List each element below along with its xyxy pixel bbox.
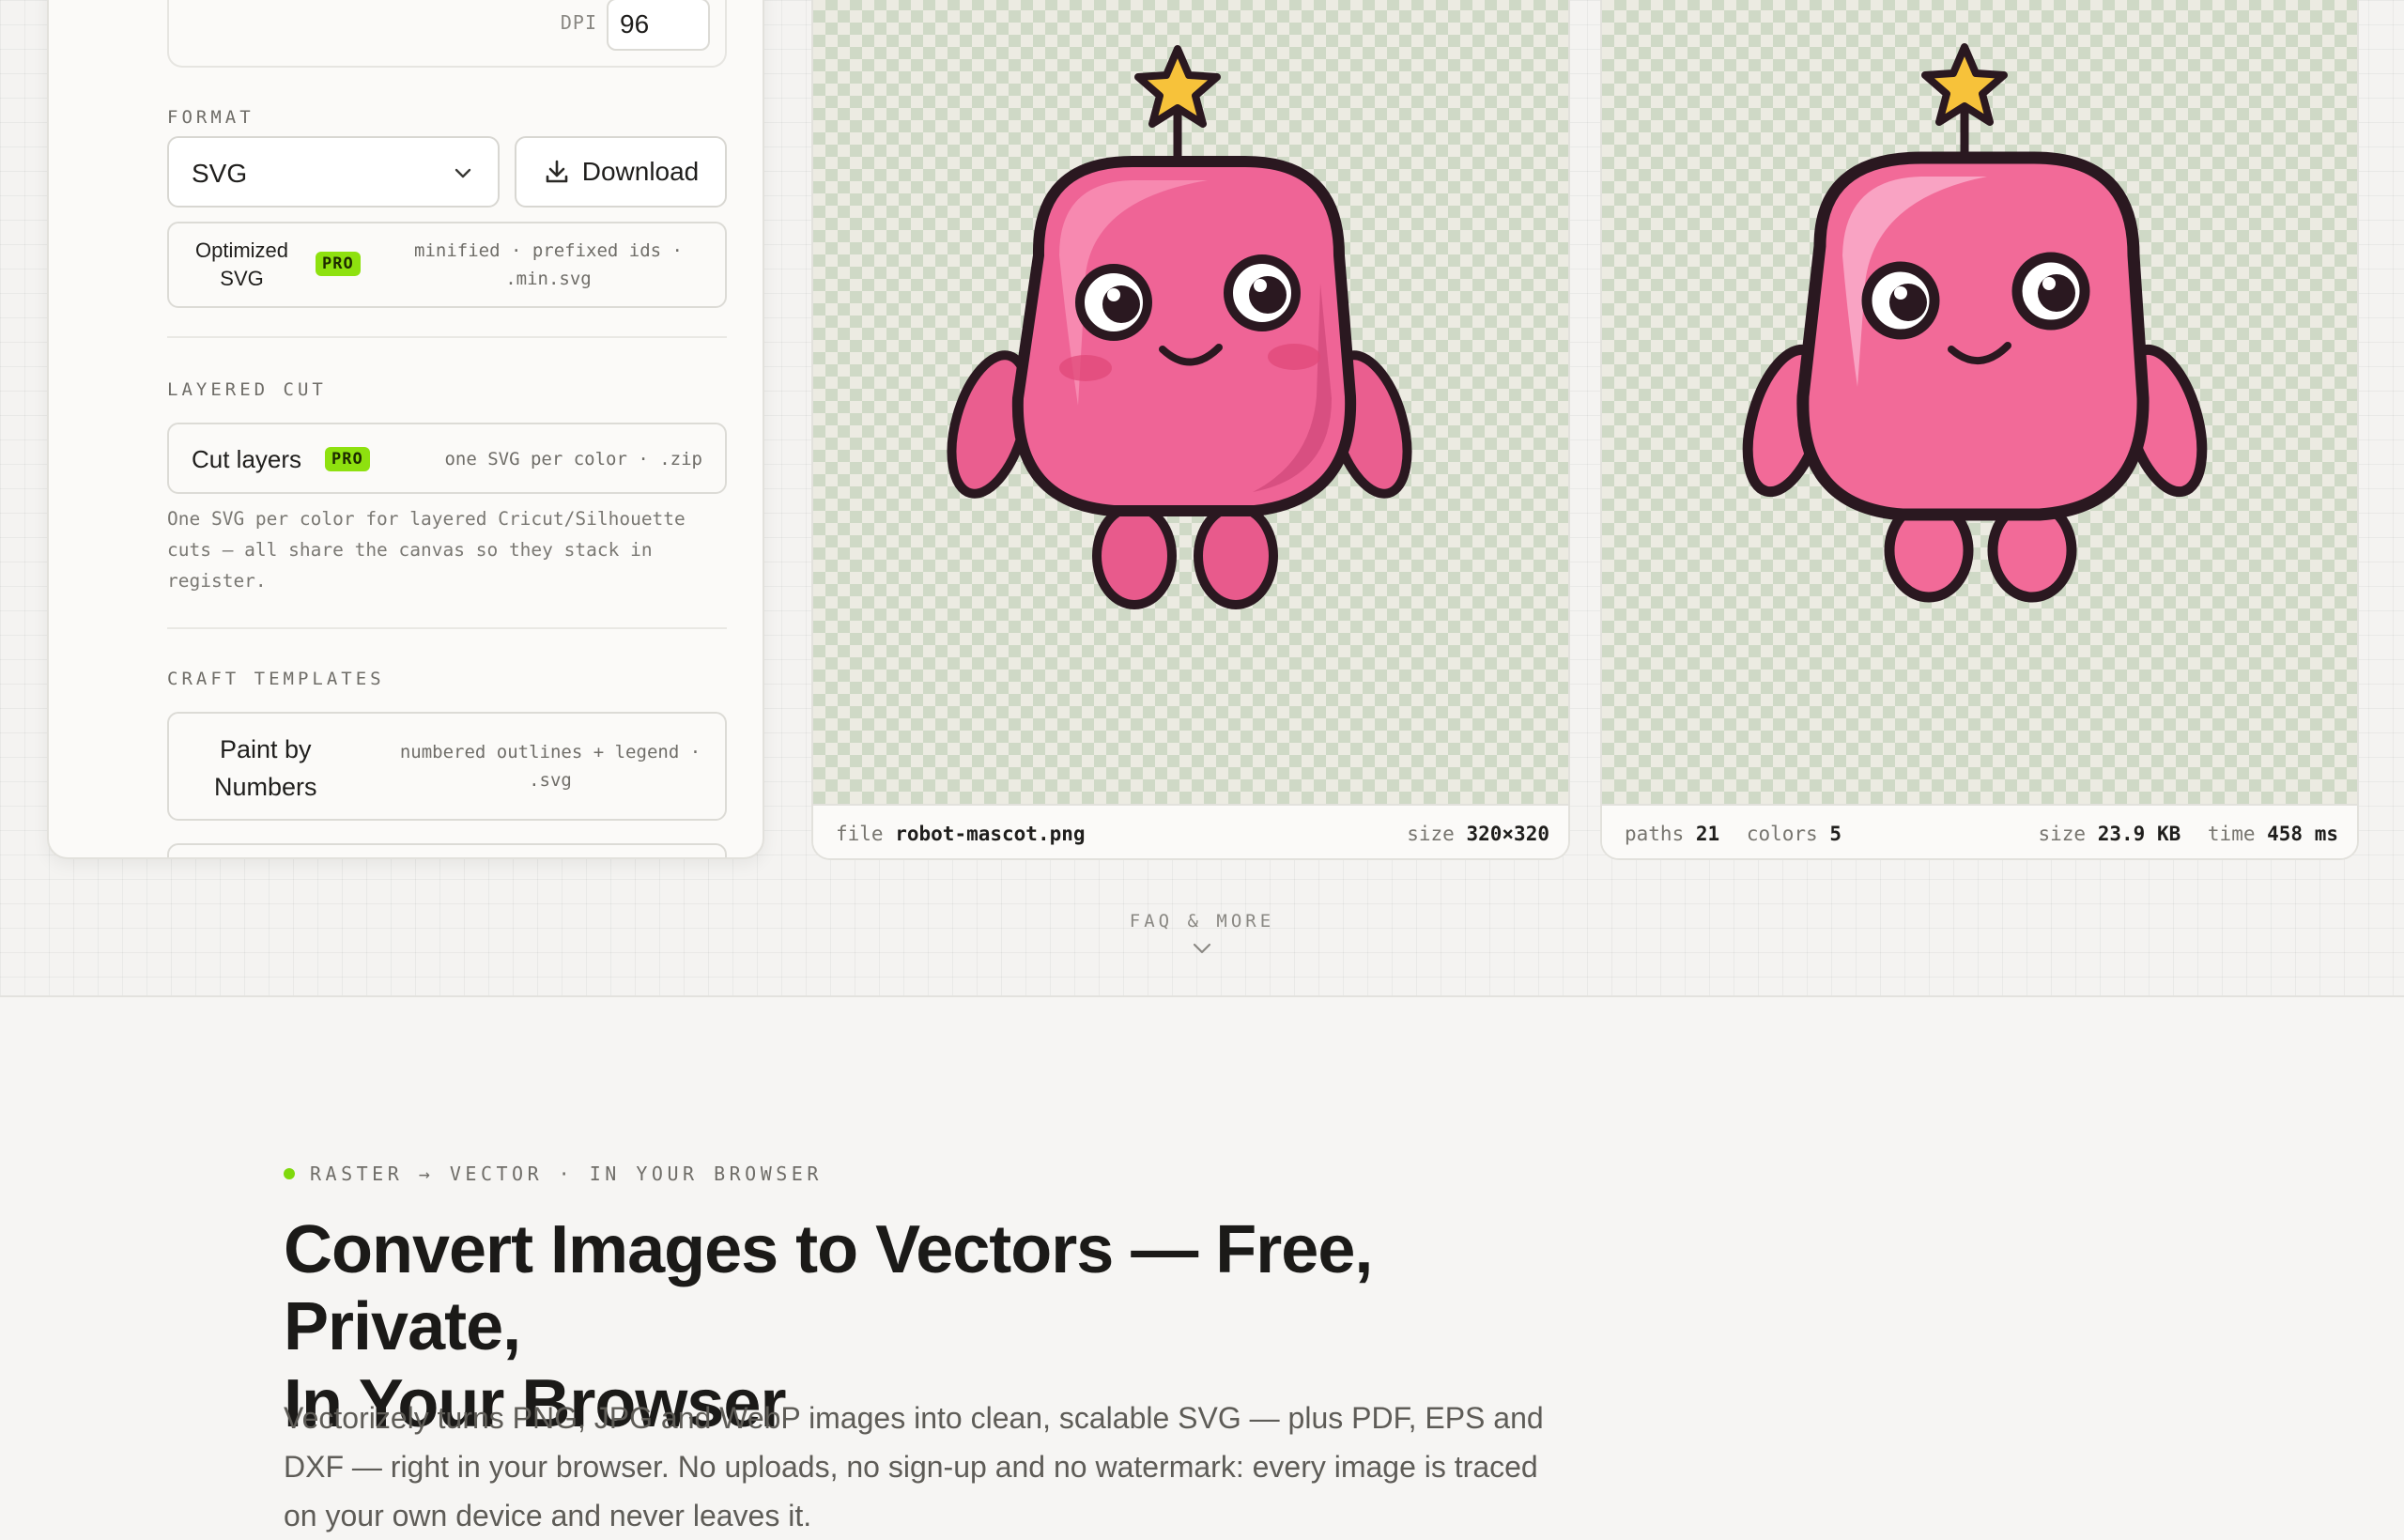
time-key: time <box>2207 823 2256 845</box>
dpi-input[interactable]: 96 <box>607 0 710 51</box>
faq-label: FAQ & MORE <box>1129 911 1275 932</box>
paths-stat: paths 21 <box>1625 823 1732 845</box>
optimized-meta-line2: .min.svg <box>505 269 592 289</box>
paint-by-numbers-title: Paint by Numbers <box>214 731 317 806</box>
paint-by-numbers-option[interactable]: Paint by Numbers numbered outlines + leg… <box>167 712 727 821</box>
colors-key: colors <box>1746 823 1818 845</box>
dpi-row: DPI 96 <box>167 0 727 68</box>
vector-preview-footer: paths 21 colors 5 size 23.9 KB time 458 … <box>1602 804 2357 858</box>
time-value: 458 ms <box>2267 823 2338 845</box>
craft-templates-label: CRAFT TEMPLATES <box>167 669 385 689</box>
file-key: file <box>836 823 884 845</box>
optimized-svg-title: Optimized SVG <box>195 237 288 293</box>
robot-mascot-image <box>947 45 1412 609</box>
pbn-meta-line1: numbered outlines + legend · <box>399 742 701 762</box>
vector-preview: paths 21 colors 5 size 23.9 KB time 458 … <box>1600 0 2359 860</box>
output-stats: size 23.9 KB time 458 ms <box>2039 823 2339 845</box>
format-select[interactable]: SVG <box>167 136 500 208</box>
hero-tag-text: RASTER → VECTOR · IN YOUR BROWSER <box>310 1163 823 1185</box>
size-value: 320×320 <box>1466 823 1549 845</box>
cut-layers-title: Cut layers <box>192 445 302 473</box>
pro-badge: PRO <box>325 447 370 471</box>
size-stat: size 23.9 KB <box>2039 823 2193 845</box>
file-name: robot-mascot.png <box>895 823 1086 845</box>
pro-badge: PRO <box>316 252 361 276</box>
size-key: size <box>1407 823 1455 845</box>
export-settings-panel: DPI 96 FORMAT SVG Download Optimized SVG… <box>47 0 764 859</box>
optimized-svg-option[interactable]: Optimized SVG PRO minified · prefixed id… <box>167 222 727 308</box>
time-stat: time 458 ms <box>2208 823 2338 845</box>
optimized-title-line2: SVG <box>220 267 264 290</box>
cut-layers-option[interactable]: Cut layers PRO one SVG per color · .zip <box>167 423 727 494</box>
chevron-down-icon <box>1193 943 1211 954</box>
faq-more-toggle[interactable]: FAQ & MORE <box>1108 911 1296 961</box>
divider <box>167 627 727 629</box>
download-label: Download <box>581 157 700 186</box>
optimized-meta-line1: minified · prefixed ids · <box>414 240 683 261</box>
original-preview-footer: file robot-mascot.png size 320×320 <box>813 804 1568 858</box>
size-info: size 320×320 <box>1407 823 1549 845</box>
paint-by-numbers-meta: numbered outlines + legend · .svg <box>381 738 719 794</box>
cut-layers-meta: one SVG per color · .zip <box>444 449 702 470</box>
chevron-down-icon <box>455 168 471 178</box>
layered-cut-description: One SVG per color for layered Cricut/Sil… <box>167 508 686 592</box>
app-area: DPI 96 FORMAT SVG Download Optimized SVG… <box>0 0 2404 997</box>
trace-stats: paths 21 colors 5 <box>1625 823 1842 845</box>
colors-value: 5 <box>1829 823 1842 845</box>
pro-badge-peek <box>507 858 554 859</box>
pbn-meta-line2: .svg <box>529 770 572 791</box>
divider <box>167 336 727 338</box>
paths-key: paths <box>1625 823 1685 845</box>
layered-cut-label: LAYERED CUT <box>167 379 327 400</box>
colors-stat: colors 5 <box>1747 823 1842 845</box>
optimized-svg-meta: minified · prefixed ids · .min.svg <box>383 237 714 293</box>
next-template-option[interactable] <box>167 843 727 859</box>
size-key: size <box>2038 823 2087 845</box>
dpi-label: DPI <box>560 11 597 34</box>
download-icon <box>546 160 568 183</box>
status-dot-icon <box>284 1168 295 1179</box>
hero-title-line1: Convert Images to Vectors — Free, Privat… <box>284 1212 1373 1364</box>
hero-tag: RASTER → VECTOR · IN YOUR BROWSER <box>284 1163 823 1185</box>
original-preview: file robot-mascot.png size 320×320 <box>811 0 1570 860</box>
pbn-title-line2: Numbers <box>214 773 317 801</box>
file-info: file robot-mascot.png <box>836 823 1086 845</box>
vectorized-robot-image <box>1742 43 2208 603</box>
pbn-title-line1: Paint by <box>219 735 312 763</box>
download-button[interactable]: Download <box>515 136 727 208</box>
size-value: 23.9 KB <box>2097 823 2181 845</box>
optimized-title-line1: Optimized <box>195 239 289 262</box>
format-label: FORMAT <box>167 107 254 128</box>
paths-value: 21 <box>1695 823 1720 845</box>
format-select-value: SVG <box>192 159 248 188</box>
hero-description: Vectorizely turns PNG, JPG and WebP imag… <box>284 1401 1544 1532</box>
